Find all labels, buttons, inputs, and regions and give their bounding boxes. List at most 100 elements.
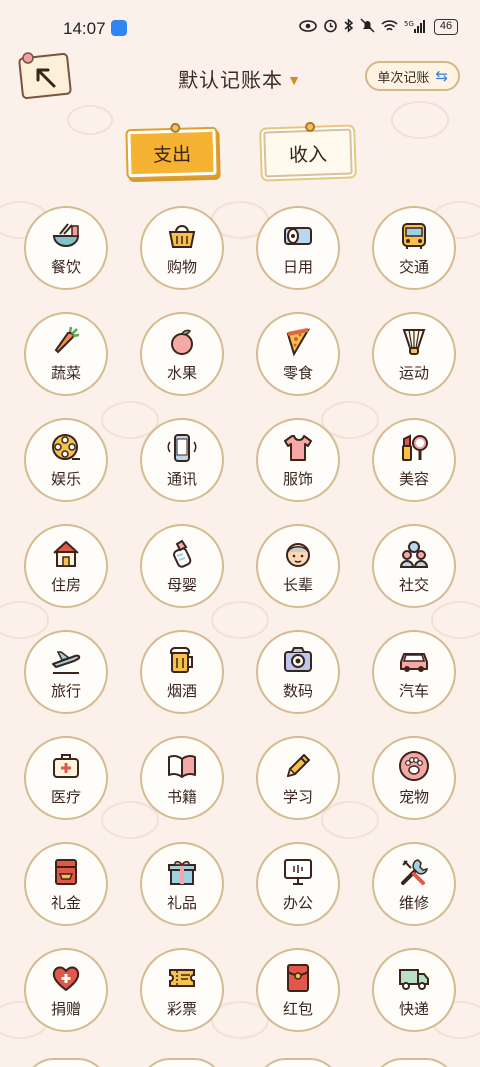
tab-expense[interactable]: 支出 [127, 122, 217, 178]
peach-icon [171, 329, 193, 355]
category-item[interactable]: 水果 [140, 312, 224, 396]
single-entry-mode-button[interactable]: 单次记账 ⇆ [365, 61, 460, 91]
category-item[interactable]: 红包 [256, 948, 340, 1032]
category-label: 零食 [282, 364, 313, 382]
tab-income-label: 收入 [288, 143, 328, 167]
category-item-partial[interactable] [24, 1058, 108, 1067]
tshirt-icon [284, 434, 312, 461]
category-item[interactable]: 母婴 [140, 524, 224, 608]
beer-mug-icon [169, 646, 193, 673]
category-item[interactable]: 运动 [372, 312, 456, 396]
category-item[interactable]: 彩票 [140, 948, 224, 1032]
mute-icon [360, 18, 375, 36]
category-grid: 餐饮 购物 日用 交通 蔬菜 水果 零食 运动 娱乐 通讯 服饰 美容 住房 母… [24, 206, 456, 1032]
category-label: 宠物 [398, 788, 429, 806]
category-item[interactable]: 服饰 [256, 418, 340, 502]
category-item[interactable]: 维修 [372, 842, 456, 926]
camera-icon [284, 646, 312, 672]
category-item[interactable]: 餐饮 [24, 206, 108, 290]
category-item[interactable]: 购物 [140, 206, 224, 290]
category-item[interactable]: 医疗 [24, 736, 108, 820]
category-label: 书籍 [166, 788, 197, 806]
tab-income[interactable]: 收入 [263, 121, 353, 178]
category-item[interactable]: 社交 [372, 524, 456, 608]
category-item[interactable]: 长辈 [256, 524, 340, 608]
car-icon [400, 652, 428, 672]
chevron-down-icon: ▼ [287, 72, 302, 88]
category-item[interactable]: 礼金 [24, 842, 108, 926]
category-item[interactable]: 美容 [372, 418, 456, 502]
single-entry-mode-label: 单次记账 [377, 69, 430, 85]
bluetooth-icon [344, 18, 354, 36]
book-icon [168, 754, 196, 778]
category-item[interactable]: 零食 [256, 312, 340, 396]
category-label: 母婴 [166, 576, 197, 594]
basket-icon [168, 224, 196, 248]
tools-icon [401, 858, 428, 885]
category-item[interactable]: 汽车 [372, 630, 456, 714]
category-label: 娱乐 [50, 470, 81, 488]
red-envelope-icon [287, 963, 309, 992]
ticket-icon [169, 968, 195, 987]
status-icons: 5G 46 [299, 18, 458, 36]
category-label: 蔬菜 [50, 364, 81, 382]
category-item[interactable]: 快递 [372, 948, 456, 1032]
category-item[interactable]: 烟酒 [140, 630, 224, 714]
category-item[interactable]: 宠物 [372, 736, 456, 820]
film-reel-icon [52, 433, 80, 460]
gift-box-icon [168, 860, 196, 885]
category-label: 日用 [282, 258, 313, 276]
category-item-partial[interactable] [372, 1058, 456, 1067]
category-item[interactable]: 娱乐 [24, 418, 108, 502]
category-label: 服饰 [282, 470, 313, 488]
category-item[interactable]: 住房 [24, 524, 108, 608]
category-label: 旅行 [50, 682, 81, 700]
people-icon [399, 540, 429, 568]
category-label: 快递 [398, 1000, 429, 1018]
lipstick-mirror-icon [402, 433, 428, 461]
category-label: 维修 [398, 894, 429, 912]
category-label: 长辈 [282, 576, 313, 594]
category-label: 烟酒 [166, 682, 197, 700]
category-item[interactable]: 捐赠 [24, 948, 108, 1032]
category-item[interactable]: 学习 [256, 736, 340, 820]
category-item[interactable]: 日用 [256, 206, 340, 290]
pin-icon [304, 121, 316, 133]
medical-kit-icon [53, 753, 79, 778]
eye-icon [299, 19, 317, 35]
bus-icon [402, 222, 426, 249]
category-label: 购物 [166, 258, 197, 276]
house-icon [53, 540, 79, 567]
category-label: 捐赠 [50, 1000, 81, 1018]
airplane-icon [52, 650, 81, 674]
category-label: 社交 [398, 576, 429, 594]
category-label: 学习 [282, 788, 313, 806]
tab-expense-label: 支出 [152, 144, 192, 166]
category-item[interactable]: 旅行 [24, 630, 108, 714]
category-item-partial[interactable] [140, 1058, 224, 1067]
category-item-partial[interactable] [256, 1058, 340, 1067]
category-item[interactable]: 通讯 [140, 418, 224, 502]
svg-text:5G: 5G [404, 20, 414, 28]
category-item[interactable]: 交通 [372, 206, 456, 290]
shuttlecock-icon [402, 328, 426, 355]
category-row-partial [24, 1058, 456, 1067]
battery-indicator: 46 [434, 19, 458, 35]
elder-face-icon [286, 542, 310, 567]
category-label: 交通 [398, 258, 429, 276]
status-time: 14:07 [63, 19, 106, 38]
category-label: 医疗 [50, 788, 81, 806]
category-item[interactable]: 礼品 [140, 842, 224, 926]
category-item[interactable]: 蔬菜 [24, 312, 108, 396]
category-label: 办公 [282, 894, 313, 912]
category-item[interactable]: 书籍 [140, 736, 224, 820]
bowl-icon [52, 222, 80, 247]
category-item[interactable]: 办公 [256, 842, 340, 926]
category-item[interactable]: 数码 [256, 630, 340, 714]
tissue-roll-icon [284, 226, 312, 245]
category-label: 水果 [166, 364, 197, 382]
heart-plus-icon [52, 966, 80, 991]
category-label: 美容 [398, 470, 429, 488]
category-label: 通讯 [166, 470, 197, 488]
phone-icon [167, 433, 197, 462]
